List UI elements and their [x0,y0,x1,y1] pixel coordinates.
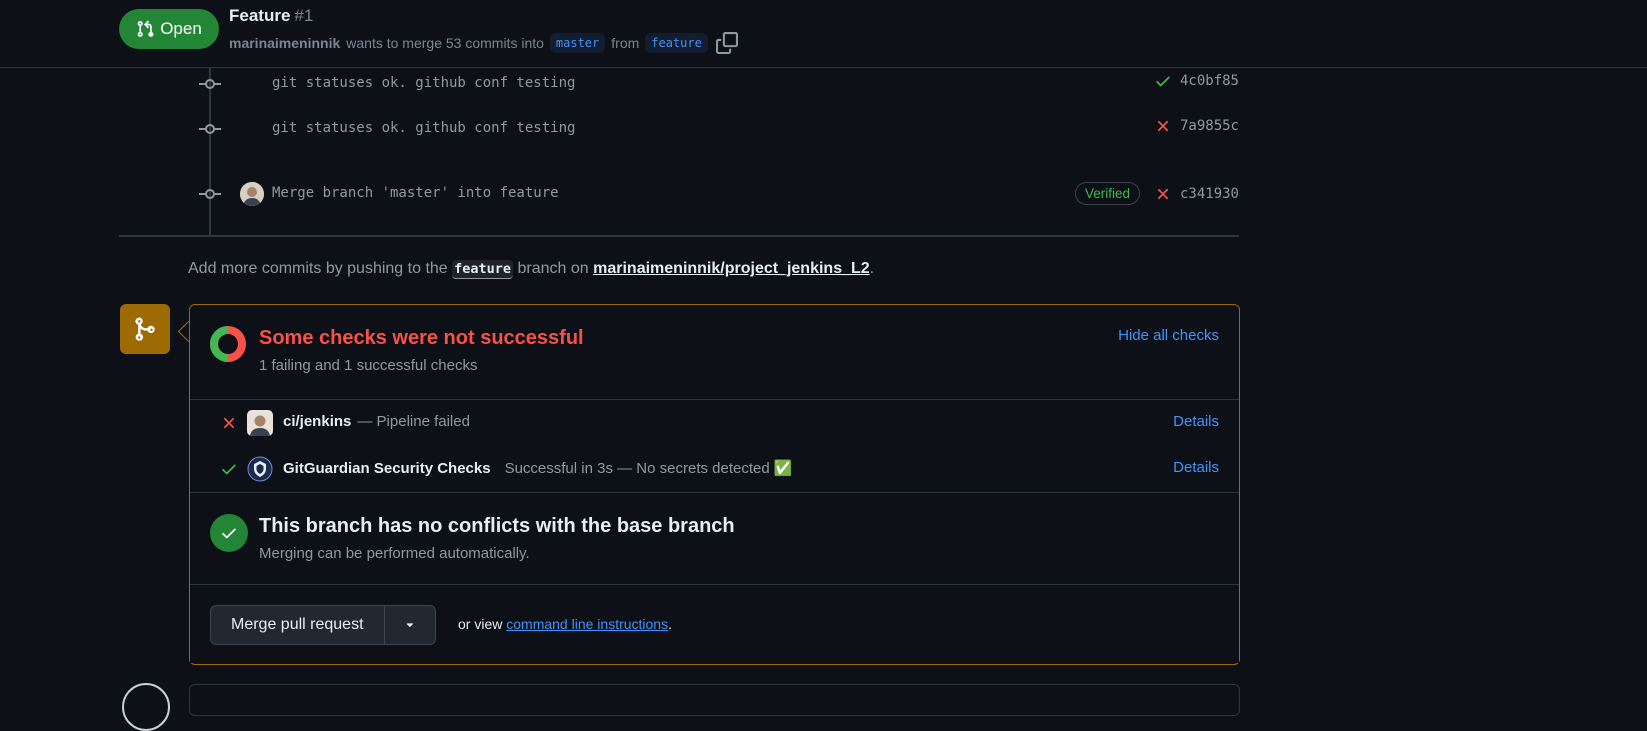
command-line-instructions-link[interactable]: command line instructions [506,616,668,632]
timeline-divider [119,235,1239,237]
repo-link[interactable]: marinaimeninnik/project_jenkins_L2 [593,260,870,277]
check-description: Successful in 3s — No secrets detected ✅ [504,460,793,477]
check-row: GitGuardian Security Checks Successful in… [190,446,1239,493]
verified-badge[interactable]: Verified [1074,182,1140,205]
merge-text: wants to merge 53 commits into [346,35,544,51]
avatar[interactable] [240,182,264,206]
checks-title: Some checks were not successful [259,327,584,349]
conflict-subtitle: Merging can be performed automatically. [259,545,530,562]
push-hint-branch[interactable]: feature [452,260,514,279]
head-branch-tag[interactable]: feature [645,33,708,53]
pr-state-badge: Open [119,9,219,49]
commit-message-link[interactable]: Merge branch 'master' into feature [272,185,559,201]
merge-button-group: Merge pull request [210,605,436,645]
check-row: ci/jenkins — Pipeline failed Details [190,400,1239,447]
push-hint-suffix: . [869,260,875,277]
gitguardian-avatar [247,456,273,482]
pr-state-label: Open [160,19,202,38]
x-icon[interactable] [1154,185,1172,203]
push-hint: Add more commits by pushing to the featu… [188,260,875,279]
pr-number: #1 [294,6,314,25]
checks-subtitle: 1 failing and 1 successful checks [259,357,478,374]
next-comment-box [189,684,1240,716]
details-link[interactable]: Details [1173,413,1219,430]
or-view-text: or view [458,616,503,632]
push-hint-middle: branch on [517,260,589,277]
pr-title: Feature #1 [229,6,313,26]
git-commit-icon [199,124,221,134]
check-icon[interactable] [1154,72,1172,90]
merge-actions: Merge pull request or view command line … [190,585,1239,663]
checks-donut-icon [210,326,246,362]
git-pull-request-icon [137,20,154,37]
details-link[interactable]: Details [1173,459,1219,476]
from-text: from [611,35,640,51]
check-name: GitGuardian Security Checks Successful in… [283,459,793,477]
git-commit-icon [199,79,221,89]
pr-header: Open Feature #1 marinaimeninnik wants to … [0,0,1647,68]
merge-method-dropdown[interactable] [383,606,435,644]
conflict-status: This branch has no conflicts with the ba… [190,492,1239,585]
commit-row: git statuses ok. github conf testing 4c0… [199,70,1239,98]
merge-pull-request-button[interactable]: Merge pull request [211,606,384,644]
x-icon [223,417,235,429]
check-name-text: GitGuardian Security Checks [283,460,491,477]
cli-hint: or view command line instructions. [458,616,672,632]
check-icon [222,464,236,475]
pr-author-link[interactable]: marinaimeninnik [229,35,340,51]
base-branch-tag[interactable]: master [549,33,606,53]
commit-row: Merge branch 'master' into feature Verif… [199,180,1239,208]
check-description: — Pipeline failed [357,413,470,430]
copy-icon[interactable] [715,32,738,54]
hide-all-checks-button[interactable]: Hide all checks [1118,327,1219,344]
push-hint-prefix: Add more commits by pushing to the [188,260,448,277]
git-commit-icon [199,189,221,199]
merge-box: Some checks were not successful 1 failin… [189,304,1240,665]
commit-sha-link[interactable]: 4c0bf85 [1180,73,1239,89]
check-name: ci/jenkins — Pipeline failed [283,413,470,430]
cli-suffix: . [668,616,672,632]
commit-message-link[interactable]: git statuses ok. github conf testing [272,120,575,136]
git-merge-icon [120,304,170,354]
pr-title-text: Feature [229,6,291,25]
commit-sha-link[interactable]: c341930 [1180,186,1239,202]
next-comment-avatar [122,683,170,731]
conflict-title: This branch has no conflicts with the ba… [259,515,735,537]
jenkins-avatar [247,410,273,436]
x-icon[interactable] [1154,117,1172,135]
commit-sha-link[interactable]: 7a9855c [1180,118,1239,134]
pr-merge-summary: marinaimeninnik wants to merge 53 commit… [229,32,738,54]
checks-summary: Some checks were not successful 1 failin… [190,305,1239,400]
commit-row: git statuses ok. github conf testing 7a9… [199,115,1239,143]
triangle-down-icon [406,623,413,628]
check-name-text: ci/jenkins [283,413,352,430]
commit-message-link[interactable]: git statuses ok. github conf testing [272,75,575,91]
check-circle-icon [210,514,248,552]
